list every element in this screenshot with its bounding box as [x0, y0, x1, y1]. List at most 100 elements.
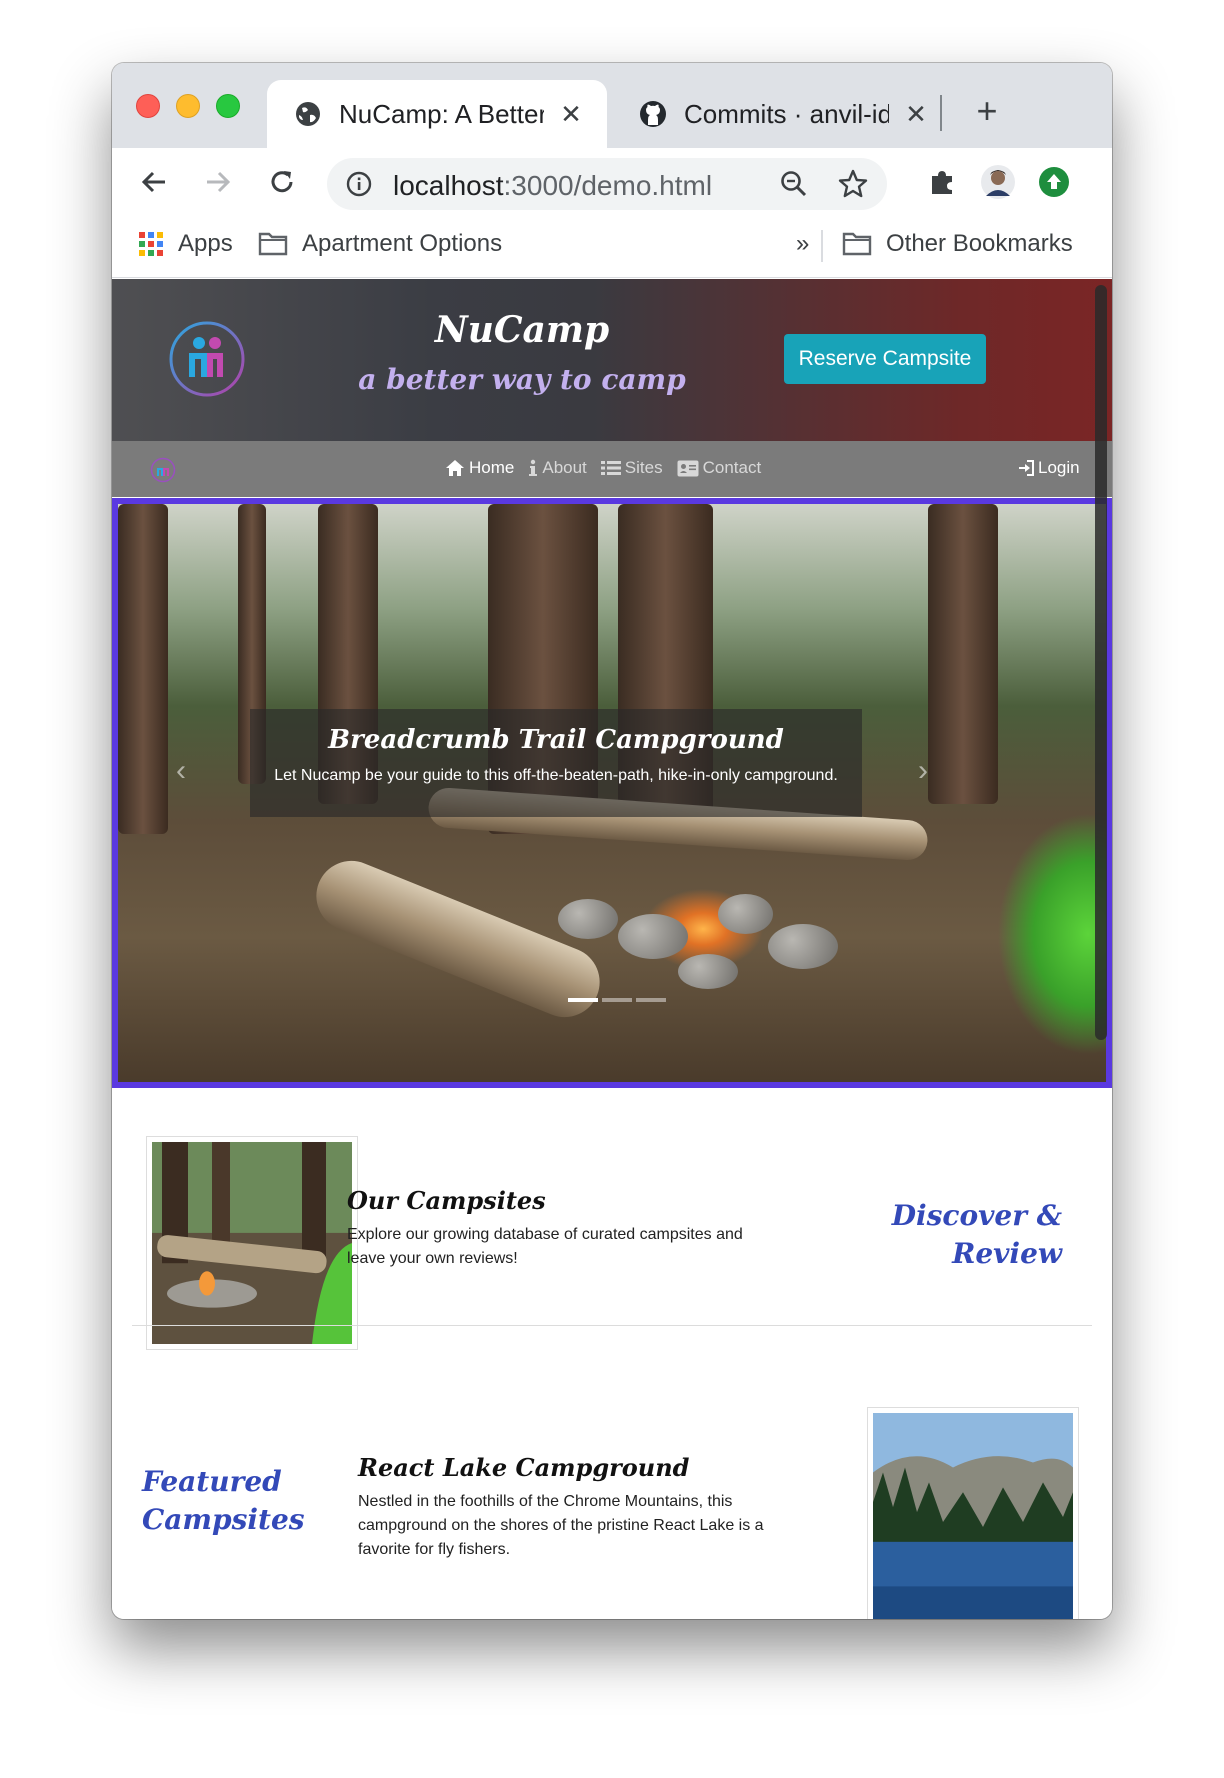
- url-path: :3000/demo.html: [503, 170, 713, 201]
- minimize-window-button[interactable]: [176, 94, 200, 118]
- update-button[interactable]: [1032, 160, 1076, 204]
- nav-item-about[interactable]: About: [528, 458, 587, 478]
- github-icon: [638, 99, 668, 129]
- tree-trunk: [118, 504, 168, 834]
- nav-item-sites[interactable]: Sites: [600, 458, 663, 478]
- bookmark-label: Apps: [178, 230, 233, 257]
- campsite-thumbnail[interactable]: [146, 1136, 358, 1350]
- puzzle-icon: [932, 171, 952, 194]
- tab-github[interactable]: Commits · anvil-id ✕: [612, 80, 942, 148]
- bookmark-folder-other[interactable]: Other Bookmarks: [842, 230, 1073, 258]
- login-label: Login: [1038, 458, 1080, 477]
- url-host: localhost: [393, 170, 504, 201]
- browser-toolbar: localhost:3000/demo.html: [112, 148, 1112, 216]
- arrow-right-icon: [207, 171, 231, 193]
- folder-icon: [842, 232, 872, 256]
- site-navbar: Home About Sites Contact Login: [112, 441, 1112, 497]
- extensions-button[interactable]: [920, 160, 964, 204]
- nav-label: Contact: [702, 458, 762, 477]
- fallen-log: [305, 850, 611, 1028]
- tab-nucamp[interactable]: NuCamp: A Better ✕: [267, 80, 607, 148]
- nav-logo-icon[interactable]: [150, 457, 176, 483]
- close-tab-icon[interactable]: ✕: [558, 99, 584, 130]
- lake-image: [873, 1413, 1073, 1619]
- carousel-indicator[interactable]: [602, 998, 632, 1002]
- bookmarks-bar: Apps Apartment Options » Other Bookmarks: [112, 216, 1112, 278]
- web-page: NuCamp a better way to camp Reserve Camp…: [112, 279, 1112, 1619]
- nav-label: Home: [469, 458, 515, 477]
- bookmarks-overflow-button[interactable]: »: [796, 230, 809, 258]
- bookmark-folder-apartment[interactable]: Apartment Options: [258, 230, 502, 258]
- fire-ring-rock: [768, 924, 838, 969]
- back-button[interactable]: [132, 160, 176, 204]
- list-icon: [600, 460, 621, 476]
- carousel-caption-title: Breadcrumb Trail Campground: [328, 725, 784, 755]
- url-text[interactable]: localhost:3000/demo.html: [393, 170, 712, 202]
- address-bar[interactable]: localhost:3000/demo.html: [327, 158, 887, 210]
- campsite-image: [152, 1142, 352, 1344]
- chevron-double-right-icon: »: [796, 230, 810, 257]
- site-tagline: a better way to camp: [358, 363, 686, 396]
- sign-in-icon: [1018, 460, 1034, 476]
- fire-ring-rock: [558, 899, 618, 939]
- login-link[interactable]: Login: [1018, 458, 1080, 478]
- home-icon: [445, 459, 465, 477]
- close-window-button[interactable]: [136, 94, 160, 118]
- tab-strip: NuCamp: A Better ✕ Commits · anvil-id ✕ …: [112, 63, 1112, 148]
- zoom-window-button[interactable]: [216, 94, 240, 118]
- discover-review-heading: Discover & Review: [812, 1197, 1062, 1273]
- nav-label: About: [542, 458, 587, 477]
- zoom-icon: [781, 171, 807, 197]
- folder-icon: [258, 232, 288, 256]
- featured-campsite-thumbnail[interactable]: [867, 1407, 1079, 1619]
- featured-campsite-title: React Lake Campground: [358, 1453, 690, 1482]
- address-card-icon: [677, 460, 699, 477]
- carousel-caption: Breadcrumb Trail Campground Let Nucamp b…: [250, 709, 862, 817]
- reload-button[interactable]: [260, 160, 304, 204]
- accent-line: Discover &: [891, 1199, 1062, 1232]
- site-header: NuCamp a better way to camp Reserve Camp…: [112, 279, 1112, 441]
- carousel-next-icon[interactable]: ›: [918, 754, 928, 788]
- profile-avatar[interactable]: [976, 160, 1020, 204]
- close-tab-icon[interactable]: ✕: [903, 99, 929, 130]
- info-icon: [346, 171, 372, 197]
- bookmarks-separator: [821, 230, 823, 262]
- carousel-indicator[interactable]: [568, 998, 598, 1002]
- bookmark-label: Apartment Options: [302, 230, 503, 257]
- fire-ring-rock: [618, 914, 688, 959]
- carousel-indicator[interactable]: [636, 998, 666, 1002]
- avatar-icon: [981, 165, 1015, 199]
- nav-item-home[interactable]: Home: [445, 458, 514, 478]
- arrow-left-icon: [141, 171, 165, 193]
- nucamp-logo-icon[interactable]: [167, 319, 247, 399]
- new-tab-button[interactable]: +: [967, 91, 1007, 131]
- arrow-up-circle-icon: [1039, 167, 1069, 197]
- accent-line: Campsites: [142, 1503, 305, 1536]
- accent-line: Review: [952, 1237, 1062, 1270]
- carousel-indicators: [568, 998, 670, 1002]
- nav-item-contact[interactable]: Contact: [677, 458, 762, 478]
- featured-campsite-text: Nestled in the foothills of the Chrome M…: [358, 1493, 764, 1558]
- tab-separator: [940, 95, 942, 131]
- nav-menu: Home About Sites Contact: [445, 458, 775, 478]
- bookmark-star-icon: [838, 169, 868, 198]
- forward-button[interactable]: [196, 160, 240, 204]
- tree-trunk: [928, 504, 998, 804]
- bookmark-apps[interactable]: Apps: [138, 230, 233, 258]
- campsites-title: Our Campsites: [347, 1186, 546, 1215]
- site-brand: NuCamp: [434, 309, 610, 351]
- accent-line: Featured: [142, 1465, 282, 1498]
- page-scrollbar[interactable]: [1095, 285, 1107, 1040]
- apps-grid-icon: [139, 232, 163, 256]
- section-divider: [132, 1325, 1092, 1326]
- reload-icon: [271, 171, 293, 193]
- featured-campsites-heading: Featured Campsites: [142, 1463, 342, 1539]
- fire-ring-rock: [678, 954, 738, 989]
- browser-window: NuCamp: A Better ✕ Commits · anvil-id ✕ …: [112, 63, 1112, 1619]
- carousel-caption-text: Let Nucamp be your guide to this off-the…: [274, 767, 838, 784]
- fire-ring-rock: [718, 894, 773, 934]
- nav-label: Sites: [624, 458, 663, 477]
- carousel-prev-icon[interactable]: ‹: [176, 754, 186, 788]
- reserve-campsite-button[interactable]: Reserve Campsite: [784, 334, 986, 384]
- hero-carousel[interactable]: Breadcrumb Trail Campground Let Nucamp b…: [112, 498, 1112, 1088]
